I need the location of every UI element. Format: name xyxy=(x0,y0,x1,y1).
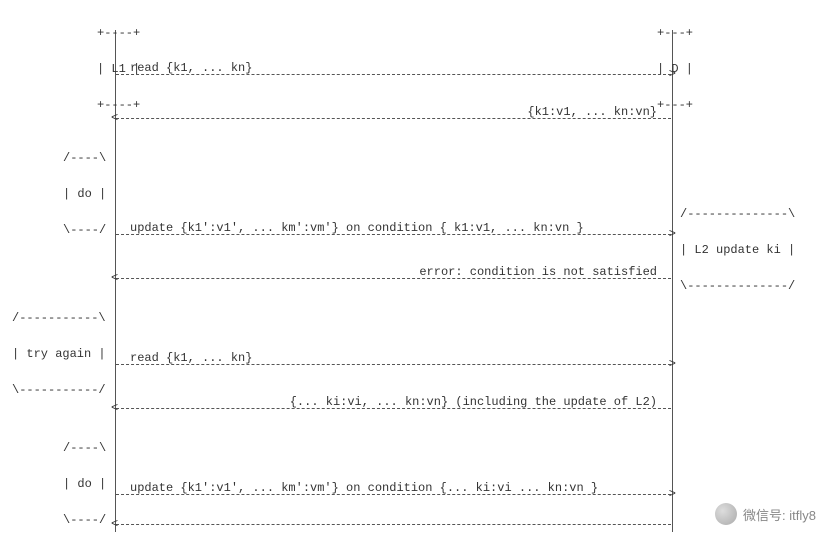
wechat-icon xyxy=(715,503,737,525)
note-edge: \-----------/ xyxy=(12,384,106,396)
msg-read-1: read {k1, ... kn} xyxy=(116,74,671,75)
note-text: | do | xyxy=(63,478,106,490)
note-edge: /--------------\ xyxy=(680,208,795,220)
note-try-again: /-----------\ | try again | \-----------… xyxy=(12,288,106,408)
note-l2-update: /--------------\ | L2 update ki | \-----… xyxy=(680,184,795,304)
msg-text: update {k1':v1', ... km':vm'} on conditi… xyxy=(130,221,584,235)
note-text: | L2 update ki | xyxy=(680,244,795,256)
note-do-2: /----\ | do | \----/ xyxy=(63,418,106,538)
msg-read-reply-2: {... ki:vi, ... kn:vn} (including the up… xyxy=(116,408,671,409)
msg-update-2: update {k1':v1', ... km':vm'} on conditi… xyxy=(116,494,671,495)
note-text: | try again | xyxy=(12,348,106,360)
note-edge: /-----------\ xyxy=(12,312,106,324)
msg-text: {... ki:vi, ... kn:vn} (including the up… xyxy=(290,395,657,409)
msg-text: error: condition is not satisfied xyxy=(419,265,657,279)
watermark: 微信号: itfly8 xyxy=(715,503,816,525)
msg-text: {k1:v1, ... kn:vn} xyxy=(527,105,657,119)
msg-update-reply-2 xyxy=(116,524,671,525)
note-edge: /----\ xyxy=(63,152,106,164)
box-edge: +---+ xyxy=(657,99,693,111)
note-do-1: /----\ | do | \----/ xyxy=(63,128,106,248)
note-edge: /----\ xyxy=(63,442,106,454)
box-edge: +----+ xyxy=(97,99,140,111)
msg-text: read {k1, ... kn} xyxy=(130,61,252,75)
msg-text: read {k1, ... kn} xyxy=(130,351,252,365)
note-edge: \----/ xyxy=(63,514,106,526)
participant-d: +---+ | D | +---+ xyxy=(657,3,693,123)
watermark-text: 微信号: itfly8 xyxy=(743,505,816,524)
box-edge: +----+ xyxy=(97,27,140,39)
box-edge: +---+ xyxy=(657,27,693,39)
msg-read-reply-1: {k1:v1, ... kn:vn} xyxy=(116,118,671,119)
msg-update-1: update {k1':v1', ... km':vm'} on conditi… xyxy=(116,234,671,235)
note-text: | do | xyxy=(63,188,106,200)
msg-read-2: read {k1, ... kn} xyxy=(116,364,671,365)
msg-text: update {k1':v1', ... km':vm'} on conditi… xyxy=(130,481,598,495)
note-edge: \----/ xyxy=(63,224,106,236)
note-edge: \--------------/ xyxy=(680,280,795,292)
msg-error: error: condition is not satisfied xyxy=(116,278,671,279)
